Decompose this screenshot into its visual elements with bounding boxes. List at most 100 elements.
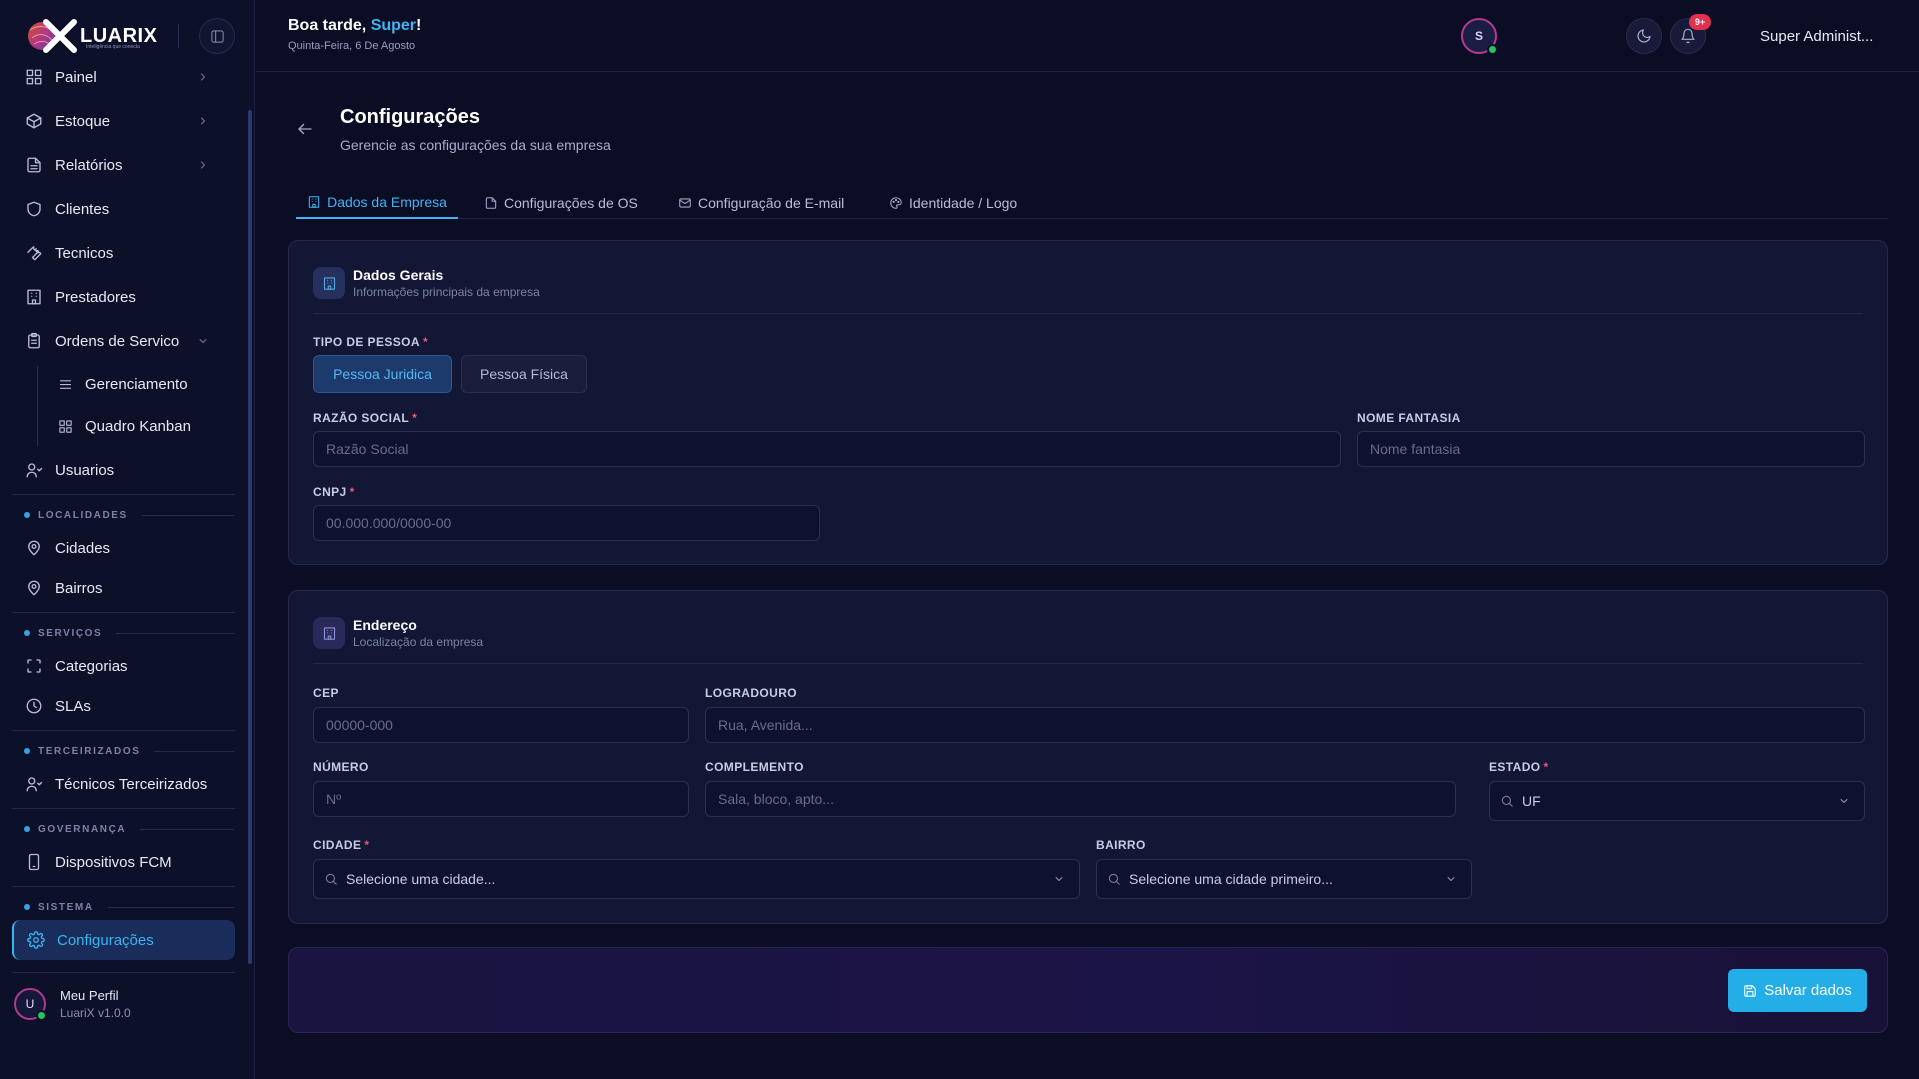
- brand-tagline: Inteligência que conecta: [86, 44, 140, 50]
- numero-label: NÚMERO: [313, 760, 369, 774]
- sidebar-item-slas[interactable]: SLAs: [12, 686, 235, 726]
- save-button[interactable]: Salvar dados: [1728, 969, 1867, 1012]
- page-subtitle: Gerencie as configurações da sua empresa: [340, 137, 611, 153]
- sidebar-item-label: Estoque: [55, 112, 111, 130]
- sidebar-item-tecnicos[interactable]: Tecnicos: [12, 233, 235, 273]
- sidebar-item-cidades[interactable]: Cidades: [12, 528, 235, 568]
- form-actions-bar: Salvar dados: [288, 947, 1888, 1033]
- section-dot: [24, 748, 30, 754]
- label-text: ESTADO: [1489, 760, 1541, 774]
- divider: [178, 24, 179, 48]
- section-line: [141, 514, 234, 516]
- sidebar-item-usuarios[interactable]: Usuarios: [12, 450, 235, 490]
- razao-social-input[interactable]: Razão Social: [313, 431, 1341, 467]
- cep-input[interactable]: 00000-000: [313, 707, 689, 743]
- label-text: RAZÃO SOCIAL: [313, 411, 410, 425]
- submenu-guide-line: [37, 366, 38, 446]
- collapse-sidebar-button[interactable]: [199, 18, 235, 54]
- section-label-sistema: SISTEMA: [24, 900, 234, 914]
- estado-select[interactable]: UF: [1489, 781, 1865, 821]
- chevron-down-icon: [199, 339, 207, 343]
- section-label-governanca: GOVERNANÇA: [24, 822, 234, 836]
- pessoa-fisica-toggle[interactable]: Pessoa Física: [461, 355, 587, 393]
- card-header: Endereço Localização da empresa: [313, 617, 483, 649]
- sidebar-scrollbar[interactable]: [248, 110, 252, 964]
- sidebar-item-ordens-de-servico[interactable]: Ordens de Servico: [12, 321, 235, 361]
- sidebar-item-prestadores[interactable]: Prestadores: [12, 277, 235, 317]
- sidebar-item-estoque[interactable]: Estoque: [12, 101, 235, 141]
- card-subtitle: Informações principais da empresa: [353, 285, 540, 299]
- sidebar-item-painel[interactable]: Painel: [12, 57, 235, 97]
- chevron-right-icon: [201, 73, 205, 81]
- notifications-button[interactable]: 9+: [1670, 14, 1711, 54]
- bell-icon: [1681, 28, 1695, 44]
- profile-link[interactable]: U Meu Perfil LuariX v1.0.0: [14, 986, 234, 1022]
- bairro-value: Selecione uma cidade primeiro...: [1129, 871, 1333, 887]
- tab-configuracoes-de-os[interactable]: Configurações de OS: [476, 186, 646, 219]
- section-title: TERCEIRIZADOS: [38, 745, 141, 757]
- card-subtitle: Localização da empresa: [353, 635, 484, 649]
- sidebar-item-label: Painel: [55, 68, 97, 86]
- avatar-initial: U: [25, 997, 35, 1011]
- sidebar-item-tecnicos-terceirizados[interactable]: Técnicos Terceirizados: [12, 764, 235, 804]
- complemento-input[interactable]: Sala, bloco, apto...: [705, 781, 1456, 817]
- tab-dados-da-empresa[interactable]: Dados da Empresa: [296, 186, 458, 219]
- luarix-logo-icon: [28, 19, 77, 53]
- back-button[interactable]: [296, 120, 314, 138]
- cidade-select[interactable]: Selecione uma cidade...: [313, 859, 1080, 899]
- sidebar-item-dispositivos-fcm[interactable]: Dispositivos FCM: [12, 842, 235, 882]
- building-icon: [323, 626, 335, 640]
- sidebar-item-configuracoes[interactable]: Configurações: [12, 920, 235, 960]
- nome-fantasia-input[interactable]: Nome fantasia: [1357, 431, 1865, 467]
- section-line: [116, 632, 234, 634]
- required-mark: *: [349, 485, 355, 499]
- label-text: CNPJ: [313, 485, 347, 499]
- sidebar-item-label: Ordens de Servico: [55, 332, 180, 350]
- arrow-left-icon: [298, 123, 312, 135]
- file-icon: [485, 196, 497, 209]
- map-pin-icon: [28, 540, 40, 556]
- numero-input[interactable]: Nº: [313, 781, 689, 817]
- tab-label: Configuração de E-mail: [698, 194, 845, 211]
- sidebar-item-label: SLAs: [55, 697, 91, 715]
- endereco-card: Endereço Localização da empresa CEP 0000…: [288, 590, 1888, 924]
- cnpj-input[interactable]: 00.000.000/0000-00: [313, 505, 820, 541]
- tab-label: Configurações de OS: [504, 194, 638, 211]
- card-icon-box: [313, 267, 345, 299]
- sidebar-item-quadro-kanban[interactable]: Quadro Kanban: [58, 408, 235, 444]
- mail-icon: [679, 197, 691, 208]
- card-title: Endereço: [353, 617, 417, 633]
- bairro-select[interactable]: Selecione uma cidade primeiro...: [1096, 859, 1472, 899]
- cep-label: CEP: [313, 686, 339, 700]
- sidebar-item-relatorios[interactable]: Relatórios: [12, 145, 235, 185]
- tab-identidade-logo[interactable]: Identidade / Logo: [881, 186, 1025, 219]
- divider: [313, 313, 1863, 314]
- avatar: U: [14, 988, 47, 1021]
- logradouro-input[interactable]: Rua, Avenida...: [705, 707, 1865, 743]
- sidebar-item-gerenciamento[interactable]: Gerenciamento: [58, 366, 235, 402]
- card-title: Dados Gerais: [353, 267, 444, 283]
- sidebar-item-label: Dispositivos FCM: [55, 853, 172, 871]
- card-icon-box: [313, 617, 345, 649]
- page-title: Configurações: [340, 106, 481, 128]
- section-line: [140, 828, 234, 830]
- users-icon: [26, 463, 43, 478]
- estado-label: ESTADO *: [1489, 760, 1549, 774]
- notification-count-badge: 9+: [1689, 14, 1711, 30]
- section-label-terceirizados: TERCEIRIZADOS: [24, 744, 234, 758]
- section-line: [154, 750, 234, 752]
- tab-configuracao-de-email[interactable]: Configuração de E-mail: [670, 186, 852, 219]
- theme-toggle-button[interactable]: [1626, 18, 1662, 54]
- chevron-down-icon: [1840, 799, 1848, 803]
- online-status-dot: [1487, 44, 1498, 55]
- required-mark: *: [422, 335, 429, 349]
- user-avatar[interactable]: S: [1461, 18, 1498, 55]
- sidebar-item-categorias[interactable]: Categorias: [12, 646, 235, 686]
- user-name[interactable]: Super Administ...: [1760, 28, 1873, 45]
- sidebar-item-bairros[interactable]: Bairros: [12, 568, 235, 608]
- clock-icon: [26, 698, 42, 714]
- cidade-value: Selecione uma cidade...: [346, 871, 496, 887]
- sidebar-item-clientes[interactable]: Clientes: [12, 189, 235, 229]
- list-icon: [59, 379, 72, 389]
- pessoa-juridica-toggle[interactable]: Pessoa Juridica: [313, 355, 452, 393]
